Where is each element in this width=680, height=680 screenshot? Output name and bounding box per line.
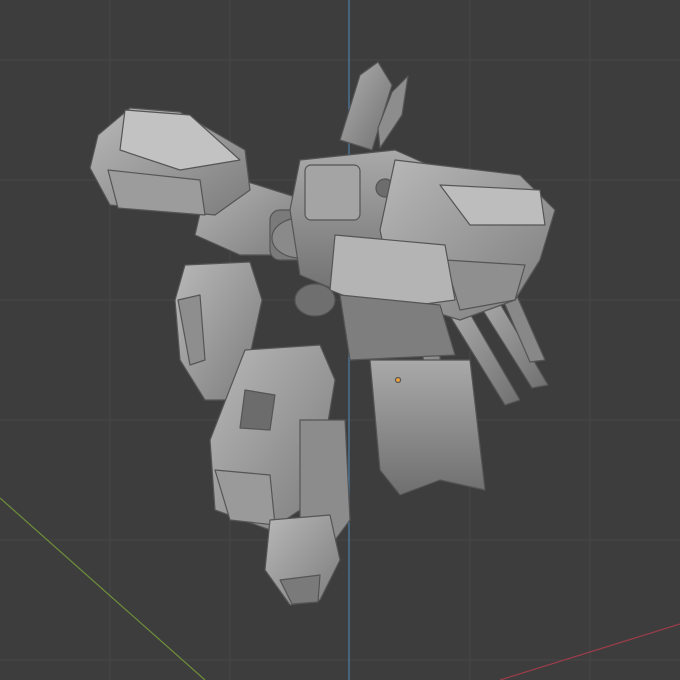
model-shading [89, 61, 556, 606]
hip-skirt [369, 359, 486, 496]
3d-viewport[interactable] [0, 0, 680, 680]
waist [339, 294, 456, 361]
shield-slot [239, 389, 276, 431]
waist-joint [294, 283, 336, 317]
robot-model[interactable] [0, 0, 680, 680]
collar-block [304, 164, 361, 221]
origin-point [394, 376, 402, 384]
shield-lower [214, 469, 276, 526]
